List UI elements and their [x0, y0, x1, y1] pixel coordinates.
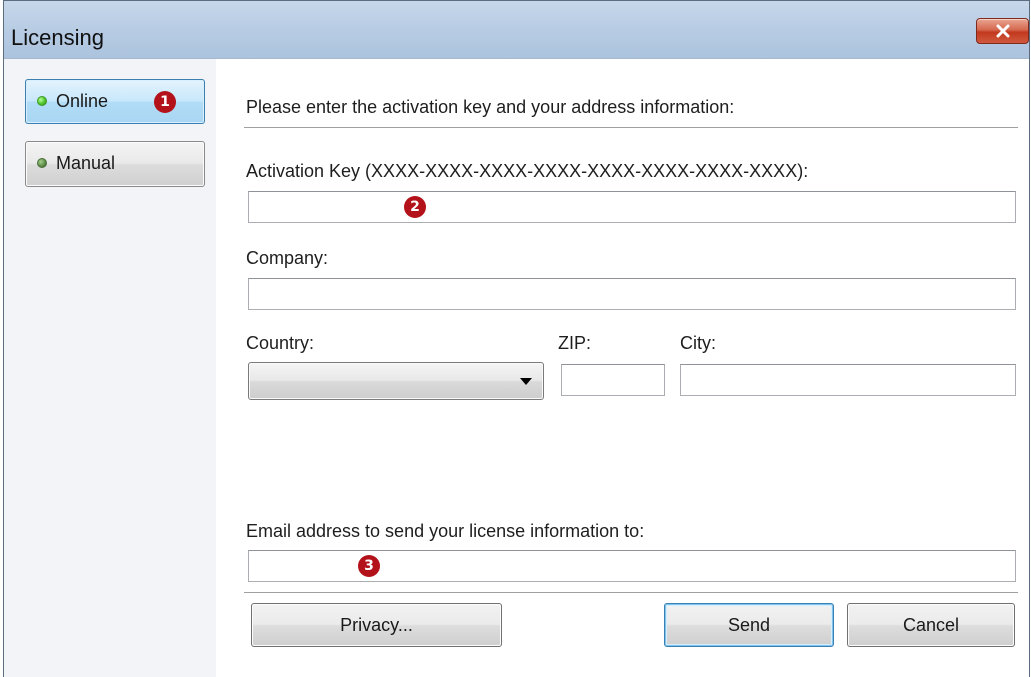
status-dot-icon: [37, 96, 47, 106]
dialog-content: Online 1 Manual Please enter the activat…: [4, 59, 1029, 677]
callout-marker-2: 2: [404, 196, 426, 218]
sidebar-item-label: Manual: [56, 153, 116, 173]
activation-key-label: Activation Key (XXXX-XXXX-XXXX-XXXX-XXXX…: [246, 161, 809, 181]
close-button[interactable]: [976, 18, 1029, 44]
cancel-button[interactable]: Cancel: [847, 603, 1015, 647]
zip-field[interactable]: [561, 364, 665, 396]
window-title: Licensing: [11, 25, 104, 50]
city-field[interactable]: [680, 364, 1016, 396]
send-button[interactable]: Send: [664, 603, 834, 647]
privacy-button[interactable]: Privacy...: [251, 603, 502, 647]
company-field[interactable]: [248, 278, 1016, 310]
activation-key-input[interactable]: [249, 192, 1015, 222]
company-label: Company:: [246, 248, 329, 268]
title-bar: Licensing: [4, 1, 1029, 59]
sidebar-item-online[interactable]: Online 1: [25, 79, 205, 124]
callout-marker-1: 1: [154, 91, 176, 113]
email-label: Email address to send your license infor…: [246, 521, 645, 541]
dropdown-arrow-icon: [520, 378, 532, 385]
top-divider: [244, 127, 1018, 128]
zip-label: ZIP:: [558, 333, 592, 353]
sidebar-item-manual[interactable]: Manual: [25, 141, 205, 187]
sidebar: Online 1 Manual: [4, 59, 216, 677]
zip-input[interactable]: [562, 365, 664, 395]
country-select[interactable]: [248, 362, 544, 400]
close-icon: [996, 24, 1010, 38]
licensing-dialog: Licensing Online 1 Manual Please enter t…: [3, 0, 1030, 677]
city-label: City:: [680, 333, 716, 353]
activation-key-field[interactable]: [248, 191, 1016, 223]
callout-marker-3: 3: [358, 555, 380, 577]
status-dot-icon: [37, 158, 47, 168]
bottom-divider: [244, 592, 1018, 593]
sidebar-item-label: Online: [56, 91, 109, 111]
company-input[interactable]: [249, 279, 1015, 309]
intro-text: Please enter the activation key and your…: [246, 97, 735, 117]
country-label: Country:: [246, 333, 315, 353]
city-input[interactable]: [681, 365, 1015, 395]
